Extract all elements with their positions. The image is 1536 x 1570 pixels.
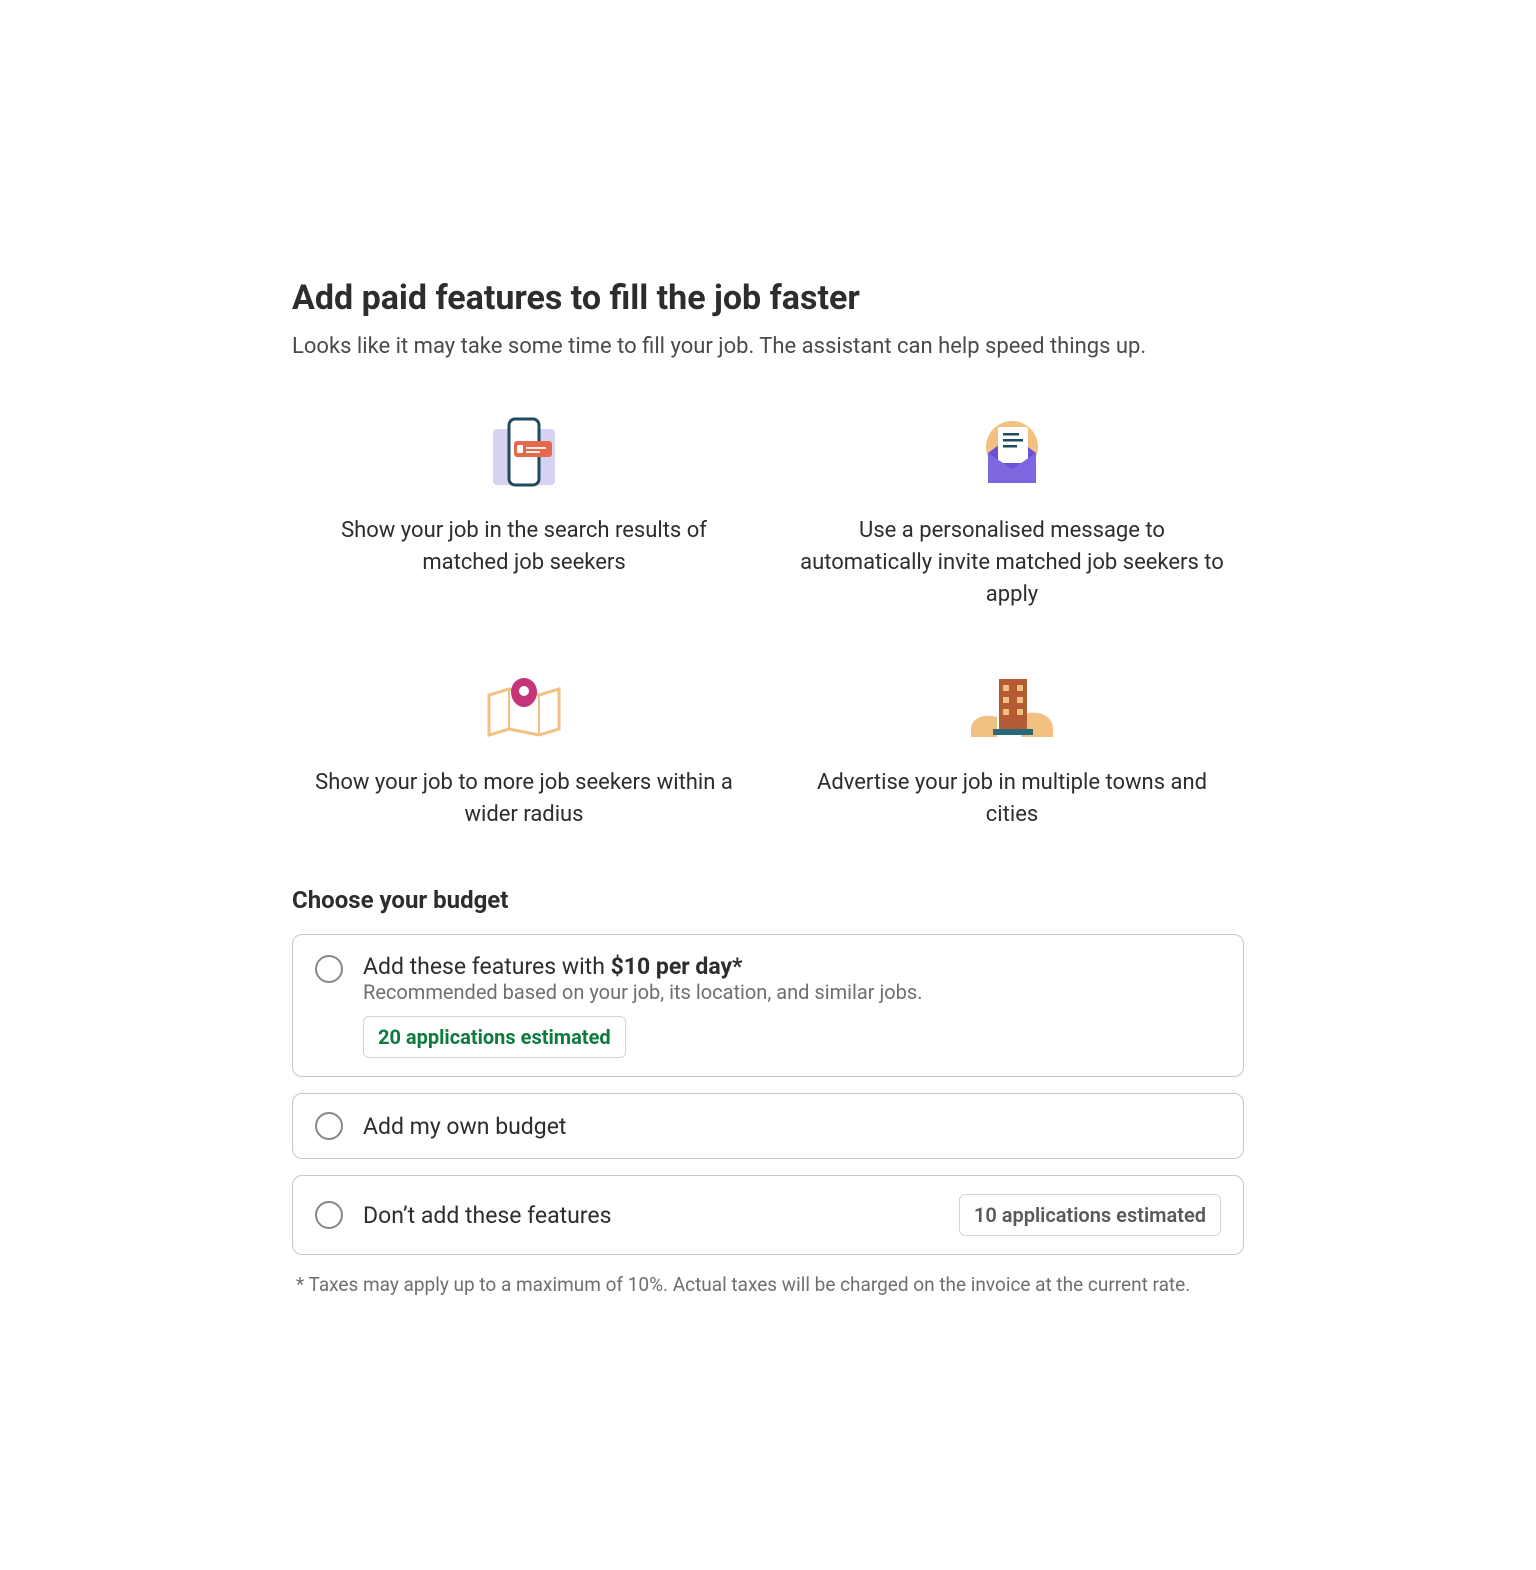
tax-footnote: * Taxes may apply up to a maximum of 10%… [292,1271,1244,1300]
feature-search-results: Show your job in the search results of m… [292,415,756,611]
radio-recommended[interactable] [315,955,343,983]
budget-option-recommended[interactable]: Add these features with $10 per day* Rec… [292,934,1244,1077]
feature-text: Show your job in the search results of m… [308,515,740,579]
phone-search-icon [479,415,569,495]
page-title: Add paid features to fill the job faster [292,278,1244,318]
option-title: Don’t add these features [363,1202,611,1229]
feature-text: Advertise your job in multiple towns and… [796,767,1228,831]
estimate-badge-recommended: 20 applications estimated [363,1016,626,1058]
paid-features-card: Add paid features to fill the job faster… [228,222,1308,1348]
map-pin-icon [479,667,569,747]
feature-wider-radius: Show your job to more job seekers within… [292,667,756,831]
radio-none[interactable] [315,1201,343,1229]
features-grid: Show your job in the search results of m… [292,415,1244,830]
option-title-prefix: Add these features with [363,953,611,980]
feature-personalised-message: Use a personalised message to automatica… [780,415,1244,611]
option-title: Add these features with $10 per day* [363,953,743,980]
option-title: Add my own budget [363,1113,566,1140]
budget-heading: Choose your budget [292,886,1244,914]
page-subtitle: Looks like it may take some time to fill… [292,334,1244,359]
feature-text: Show your job to more job seekers within… [308,767,740,831]
radio-own[interactable] [315,1112,343,1140]
estimate-badge-none: 10 applications estimated [959,1194,1221,1236]
envelope-message-icon [970,415,1054,495]
budget-option-own[interactable]: Add my own budget [292,1093,1244,1159]
feature-text: Use a personalised message to automatica… [796,515,1228,611]
buildings-icon [967,667,1057,747]
option-title-price: $10 per day* [611,953,743,980]
budget-option-none[interactable]: Don’t add these features 10 applications… [292,1175,1244,1255]
option-subtext: Recommended based on your job, its locat… [363,980,1221,1004]
feature-multiple-towns: Advertise your job in multiple towns and… [780,667,1244,831]
